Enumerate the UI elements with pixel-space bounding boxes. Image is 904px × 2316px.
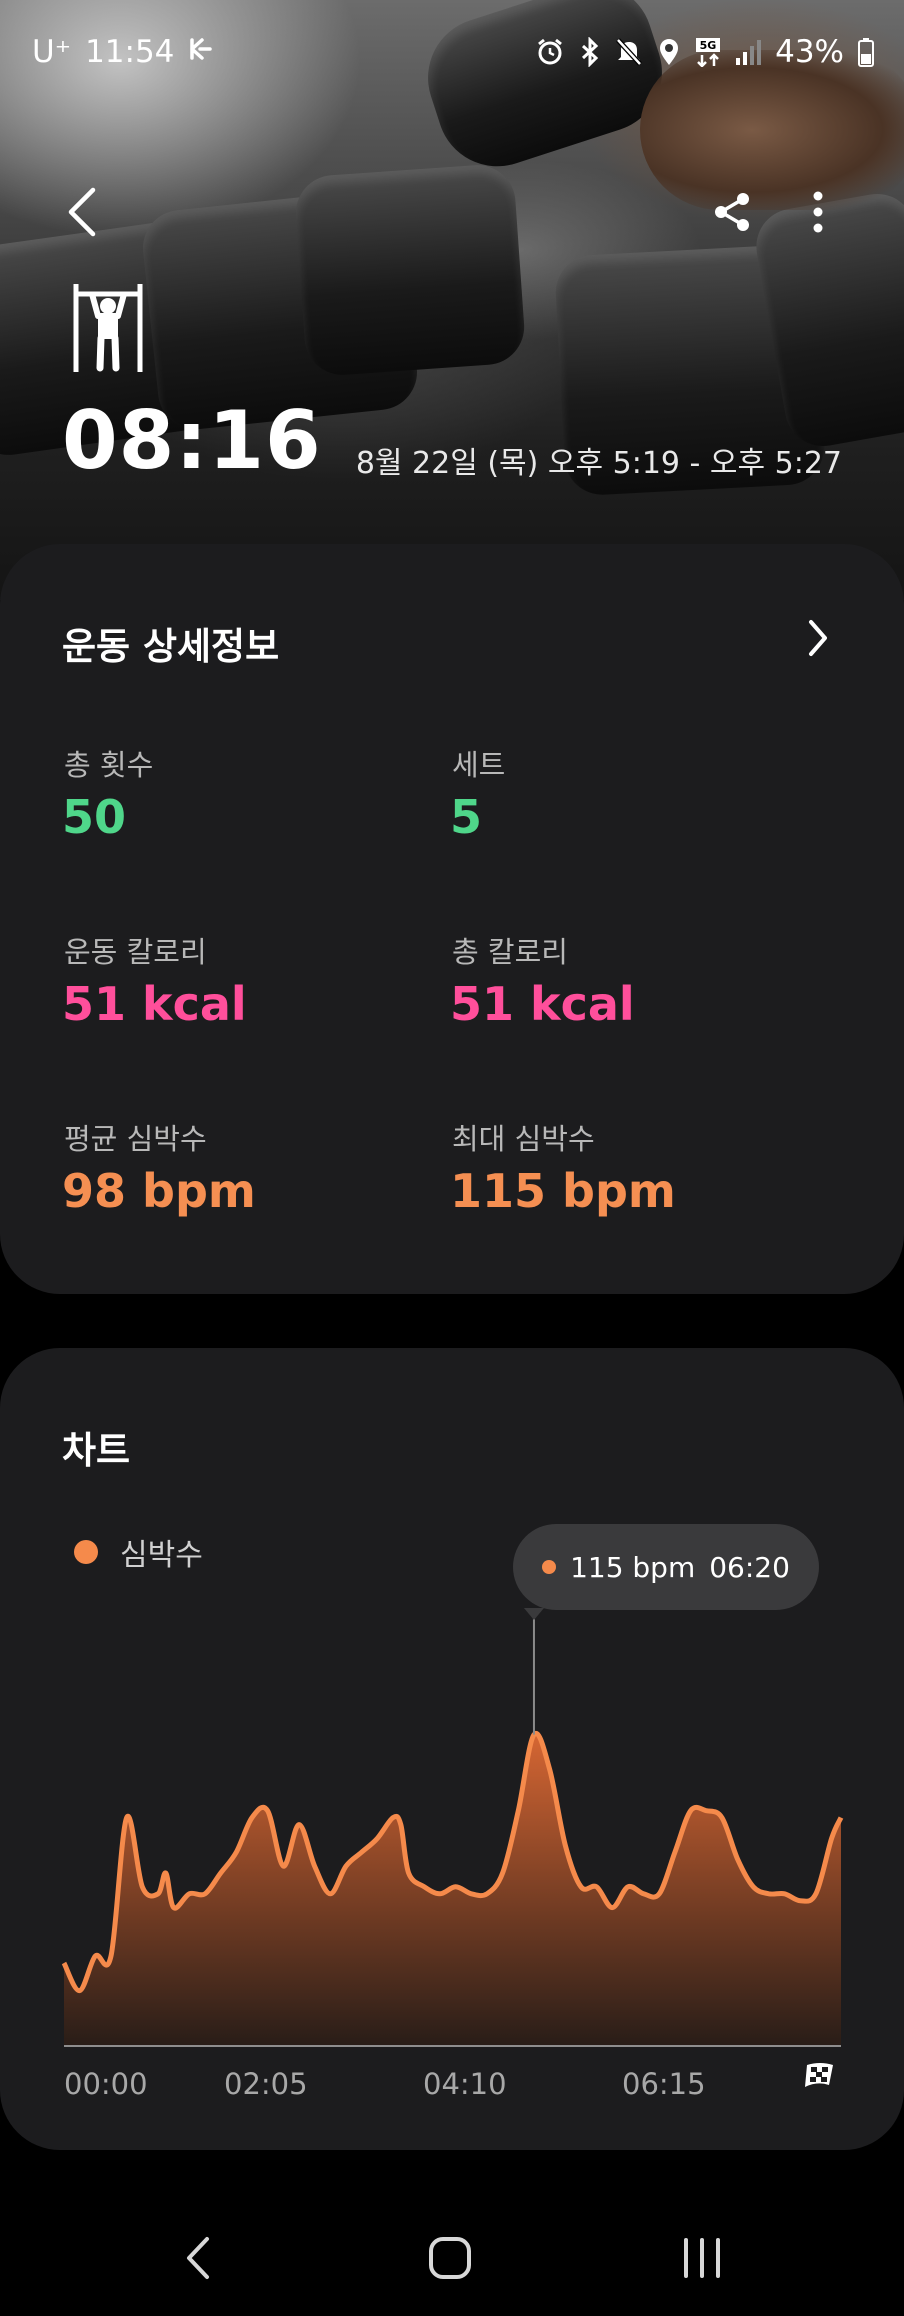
- tooltip-value: 115 bpm: [570, 1550, 696, 1584]
- tooltip-time: 06:20: [709, 1550, 790, 1584]
- x-tick-label: 06:15: [622, 2067, 706, 2101]
- nav-home-button[interactable]: [410, 2220, 490, 2300]
- nav-back-icon: [183, 2235, 213, 2285]
- tooltip-pointer: [523, 1608, 544, 1620]
- nav-recents-button[interactable]: [662, 2220, 742, 2300]
- tooltip-dot: [542, 1560, 557, 1574]
- fullscreen-chart-button[interactable]: [792, 2050, 848, 2106]
- checkered-flag-icon: [803, 2061, 837, 2095]
- nav-recents-icon: [680, 2238, 724, 2282]
- heart-rate-chart[interactable]: 00:00 02:05 04:10 06:15: [0, 0, 904, 2316]
- system-navigation-bar: [0, 2200, 904, 2316]
- chart-tooltip: 115 bpm 06:20: [513, 1524, 819, 1610]
- x-tick-label: 02:05: [224, 2067, 308, 2101]
- nav-back-button[interactable]: [158, 2220, 238, 2300]
- x-tick-label: 04:10: [423, 2067, 507, 2101]
- nav-home-icon: [428, 2236, 472, 2284]
- x-tick-label: 00:00: [64, 2067, 148, 2101]
